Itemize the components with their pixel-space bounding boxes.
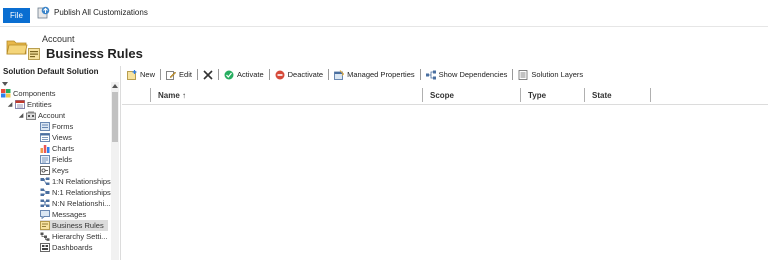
- sidebar-item-components[interactable]: Components: [1, 88, 56, 99]
- sidebar-item-label: Dashboards: [52, 243, 93, 252]
- expanded-arrow-icon[interactable]: ◢: [7, 102, 13, 108]
- grid-body[interactable]: [122, 106, 768, 260]
- sidebar-item-label: N:N Relationshi...: [52, 199, 111, 208]
- deactivate-label: Deactivate: [287, 70, 324, 79]
- edit-button[interactable]: Edit: [161, 68, 197, 82]
- sidebar-item-charts[interactable]: Charts: [40, 143, 74, 154]
- keys-icon: [40, 166, 50, 175]
- dashboards-icon: [40, 243, 50, 252]
- sidebar-item-label: Hierarchy Setti...: [52, 232, 108, 241]
- show-dependencies-button[interactable]: Show Dependencies: [421, 68, 513, 82]
- relationship-icon: [40, 199, 50, 208]
- managed-properties-button[interactable]: Managed Properties: [329, 68, 420, 82]
- page-header: Account Business Rules: [0, 28, 768, 66]
- solution-explorer-sidebar: Solution Default Solution Components ◢ E…: [0, 66, 121, 260]
- sidebar-item-nn-relationships[interactable]: N:N Relationshi...: [40, 198, 110, 209]
- file-button[interactable]: File: [3, 8, 30, 23]
- sidebar-item-views[interactable]: Views: [40, 132, 72, 143]
- sidebar-item-label: Components: [13, 89, 56, 98]
- dependencies-icon: [425, 70, 436, 80]
- edit-label: Edit: [179, 70, 192, 79]
- sidebar-item-label: Forms: [52, 122, 74, 131]
- hierarchy-icon: [40, 232, 50, 241]
- relationship-icon: [40, 177, 50, 186]
- delete-icon: [203, 69, 213, 80]
- publish-icon: [37, 6, 50, 19]
- sidebar-item-entities[interactable]: ◢ Entities: [7, 99, 52, 110]
- folder-icon: [6, 36, 28, 56]
- views-icon: [40, 133, 50, 142]
- sidebar-title: Solution Default Solution: [3, 67, 99, 76]
- sidebar-item-label: Views: [52, 133, 72, 142]
- sidebar-item-keys[interactable]: Keys: [40, 165, 69, 176]
- managed-properties-icon: [334, 69, 345, 80]
- sidebar-item-label: Messages: [52, 210, 87, 219]
- messages-icon: [40, 210, 50, 220]
- entities-icon: [15, 100, 25, 109]
- sidebar-item-forms[interactable]: Forms: [40, 121, 73, 132]
- delete-button[interactable]: [198, 68, 218, 82]
- activate-button[interactable]: Activate: [219, 68, 269, 82]
- sidebar-item-label: Entities: [27, 100, 52, 109]
- sidebar-item-fields[interactable]: Fields: [40, 154, 72, 165]
- new-label: New: [140, 70, 156, 79]
- edit-icon: [166, 70, 177, 80]
- collapse-caret-icon[interactable]: [2, 82, 8, 86]
- sidebar-item-account[interactable]: ◢ Account: [18, 110, 65, 121]
- entity-name: Account: [42, 34, 75, 44]
- publish-all-button[interactable]: Publish All Customizations: [37, 5, 148, 19]
- business-rules-icon: [40, 221, 50, 230]
- command-bar: New Edit Activate Deactivate Managed Pro…: [122, 66, 768, 83]
- sidebar-item-label: N:1 Relationships: [52, 188, 111, 197]
- activate-label: Activate: [236, 70, 264, 79]
- column-separator[interactable]: [422, 88, 423, 102]
- solution-layers-button[interactable]: Solution Layers: [513, 68, 588, 82]
- column-header-type[interactable]: Type: [528, 89, 546, 102]
- deactivate-button[interactable]: Deactivate: [270, 68, 328, 82]
- scroll-thumb[interactable]: [112, 92, 118, 142]
- column-header-scope[interactable]: Scope: [430, 89, 454, 102]
- expanded-arrow-icon[interactable]: ◢: [18, 113, 24, 119]
- new-icon: [127, 69, 137, 80]
- sidebar-item-dashboards[interactable]: Dashboards: [40, 242, 92, 253]
- sidebar-item-label: Fields: [52, 155, 73, 164]
- solution-layers-icon: [518, 69, 528, 80]
- show-dependencies-label: Show Dependencies: [438, 70, 508, 79]
- sidebar-scrollbar[interactable]: [111, 82, 119, 260]
- relationship-icon: [40, 188, 50, 197]
- sidebar-item-label: Charts: [52, 144, 75, 153]
- sidebar-item-n1-relationships[interactable]: N:1 Relationships: [40, 187, 111, 198]
- column-header-state[interactable]: State: [592, 89, 612, 102]
- sidebar-item-label: Business Rules: [52, 221, 104, 230]
- components-icon: [1, 89, 11, 98]
- sidebar-item-label: Account: [38, 111, 66, 120]
- grid-header: Name ↑ Scope Type State: [122, 85, 768, 105]
- managed-properties-label: Managed Properties: [347, 70, 415, 79]
- column-separator[interactable]: [650, 88, 651, 102]
- sidebar-item-hierarchy-settings[interactable]: Hierarchy Setti...: [40, 231, 107, 242]
- column-separator[interactable]: [520, 88, 521, 102]
- sidebar-item-messages[interactable]: Messages: [40, 209, 86, 220]
- ribbon: File Publish All Customizations: [0, 0, 768, 27]
- sidebar-item-label: Keys: [52, 166, 69, 175]
- sidebar-item-label: 1:N Relationships: [52, 177, 111, 186]
- column-separator[interactable]: [584, 88, 585, 102]
- fields-icon: [40, 155, 50, 164]
- page-title: Business Rules: [46, 46, 143, 61]
- column-separator: [150, 88, 151, 102]
- column-header-name[interactable]: Name ↑: [158, 89, 186, 102]
- account-entity-icon: [26, 111, 36, 120]
- sidebar-item-1n-relationships[interactable]: 1:N Relationships: [40, 176, 111, 187]
- forms-icon: [40, 122, 50, 131]
- scroll-up-icon[interactable]: [112, 84, 118, 88]
- new-button[interactable]: New: [122, 68, 160, 82]
- activate-icon: [224, 70, 234, 80]
- sidebar-item-business-rules[interactable]: Business Rules: [40, 220, 108, 231]
- business-rules-icon: [28, 48, 40, 60]
- publish-label: Publish All Customizations: [54, 7, 148, 17]
- solution-layers-label: Solution Layers: [531, 70, 584, 79]
- deactivate-icon: [275, 70, 285, 80]
- charts-icon: [40, 144, 50, 153]
